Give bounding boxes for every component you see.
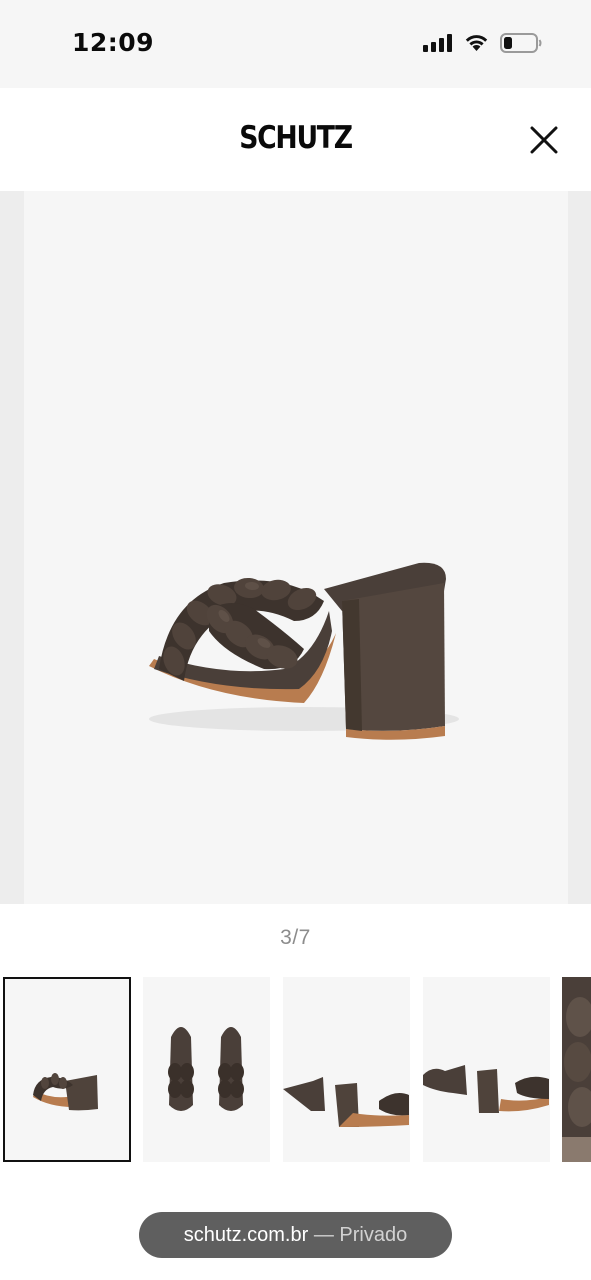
url-domain: schutz.com.br [183, 1224, 309, 1246]
wifi-icon [465, 35, 488, 51]
header: SCHUTZ [0, 88, 591, 191]
status-time: 12:09 [72, 28, 155, 57]
product-gallery[interactable] [0, 191, 591, 904]
thumbnail-1[interactable] [3, 977, 131, 1162]
url-separator: — [313, 1224, 340, 1246]
private-mode-label: Privado [339, 1224, 408, 1246]
thumbnail-5[interactable] [562, 977, 591, 1162]
close-icon [530, 126, 558, 154]
image-counter: 3/7 [280, 926, 311, 949]
product-image[interactable] [24, 191, 568, 904]
battery-icon [500, 33, 542, 53]
brand-logo[interactable]: SCHUTZ [41, 120, 549, 156]
signal-icon [423, 34, 452, 52]
status-bar: 12:09 [0, 0, 591, 88]
thumbnail-2[interactable] [143, 977, 270, 1162]
thumbnail-3[interactable] [283, 977, 410, 1162]
close-button[interactable] [522, 118, 566, 162]
thumbnail-4[interactable] [423, 977, 550, 1162]
browser-url-bar[interactable]: schutz.com.br — Privado [139, 1212, 452, 1258]
